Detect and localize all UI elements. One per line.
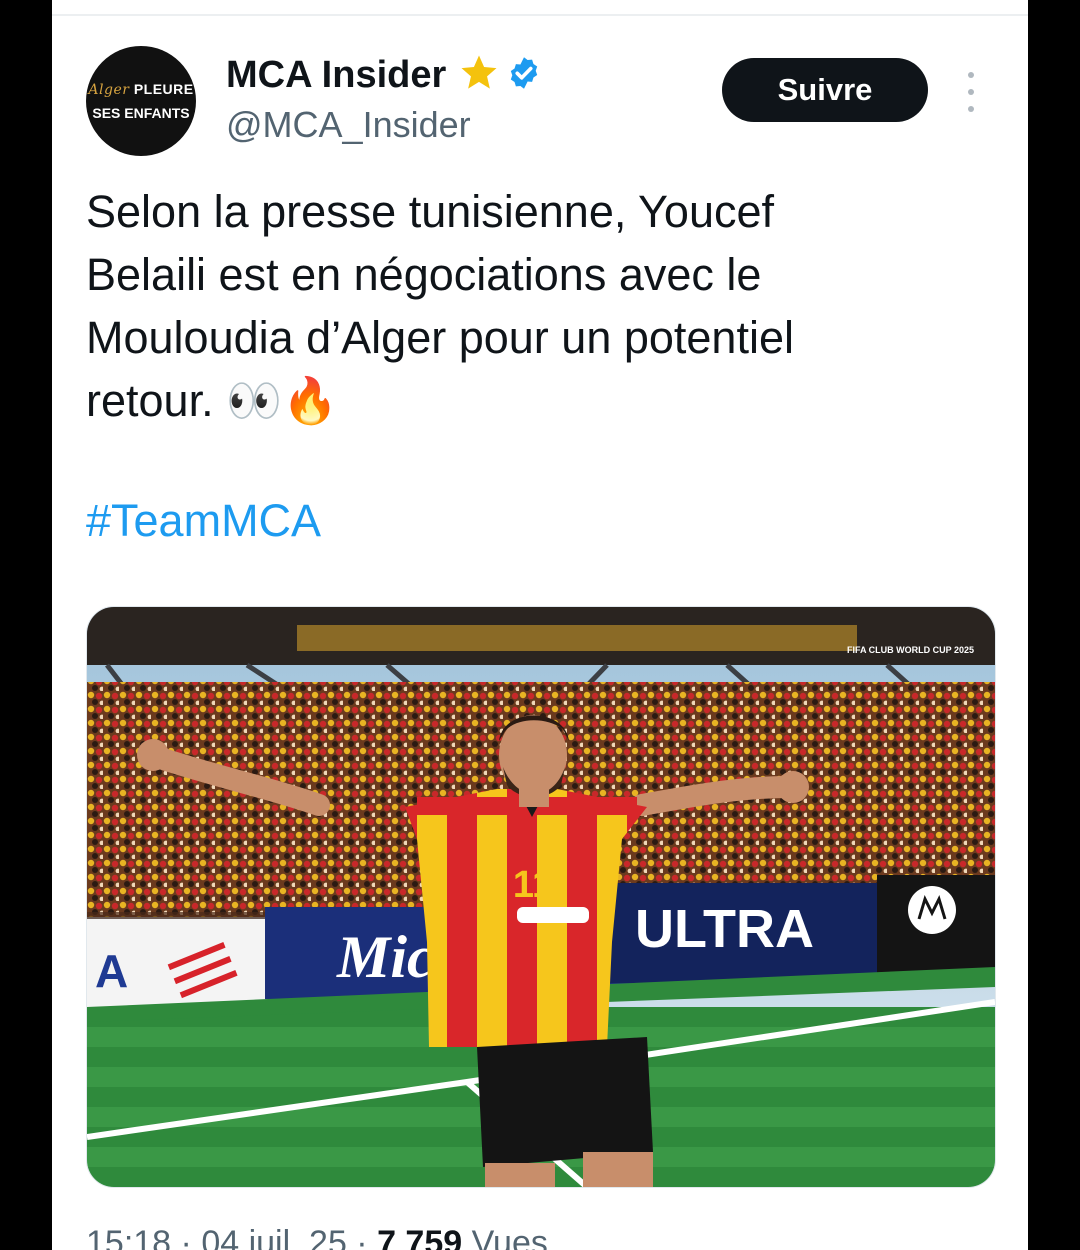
tweet-card: Alger PLEURE SES ENFANTS MCA Insider @MC…	[52, 0, 1028, 1250]
verified-badge-icon	[506, 55, 542, 96]
tweet-photo[interactable]: FIFA CLUB WORLD CUP 2025 A Mic ULTRA 11	[86, 606, 996, 1188]
avatar-text-line2: SES ENFANTS	[92, 104, 190, 121]
board-a-text: A	[95, 945, 128, 997]
avatar-text-line1: Alger PLEURE	[88, 80, 194, 98]
hashtag-link[interactable]: #TeamMCA	[86, 495, 321, 547]
author-name[interactable]: MCA Insider	[226, 54, 446, 97]
board-mic-text: Mic	[336, 924, 434, 990]
divider	[52, 14, 1028, 16]
view-count: 7 759	[377, 1224, 463, 1250]
author-handle[interactable]: @MCA_Insider	[226, 104, 471, 146]
views-label: Vues	[471, 1224, 548, 1250]
board-ultra-text: ULTRA	[635, 899, 814, 959]
tweet-time[interactable]: 15:18	[86, 1224, 171, 1250]
author-name-row: MCA Insider	[226, 52, 542, 99]
vertical-dots-icon[interactable]	[960, 72, 982, 112]
star-icon	[458, 52, 500, 99]
tweet-meta: 15:18 · 04 juil. 25 · 7 759 Vues	[86, 1224, 548, 1250]
follow-button[interactable]: Suivre	[722, 58, 928, 122]
tweet-text: Selon la presse tunisienne, Youcef Belai…	[86, 186, 794, 426]
jersey-number: 11	[513, 864, 553, 906]
banner-text: FIFA CLUB WORLD CUP 2025	[847, 645, 974, 655]
avatar[interactable]: Alger PLEURE SES ENFANTS	[86, 46, 196, 156]
tweet-date[interactable]: 04 juil. 25	[201, 1224, 347, 1250]
